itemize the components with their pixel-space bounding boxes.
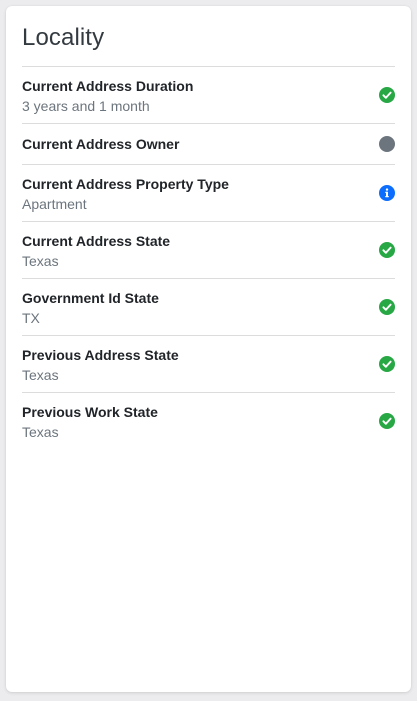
gray-dot-icon xyxy=(379,136,395,152)
item-value: TX xyxy=(22,310,40,326)
check-circle-icon xyxy=(379,356,395,372)
list-item-current-address-owner: Current Address Owner xyxy=(22,123,395,164)
item-value: Texas xyxy=(22,253,59,269)
list-item-current-address-duration: Current Address Duration 3 years and 1 m… xyxy=(22,66,395,123)
check-circle-icon xyxy=(379,299,395,315)
item-label: Current Address State xyxy=(22,233,171,249)
item-label: Government Id State xyxy=(22,290,159,306)
info-circle-icon xyxy=(379,185,395,201)
item-value: Texas xyxy=(22,367,59,383)
item-label: Current Address Duration xyxy=(22,78,194,94)
item-value: Texas xyxy=(22,424,59,440)
list-item-previous-address-state: Previous Address State Texas xyxy=(22,335,395,392)
check-circle-icon xyxy=(379,413,395,429)
list-item-previous-work-state: Previous Work State Texas xyxy=(22,392,395,449)
check-circle-icon xyxy=(379,87,395,103)
card-title: Locality xyxy=(22,24,105,51)
item-label: Previous Address State xyxy=(22,347,179,363)
item-label: Current Address Property Type xyxy=(22,176,229,192)
locality-list: Current Address Duration 3 years and 1 m… xyxy=(22,66,395,449)
list-item-current-address-state: Current Address State Texas xyxy=(22,221,395,278)
list-item-government-id-state: Government Id State TX xyxy=(22,278,395,335)
item-label: Current Address Owner xyxy=(22,136,180,152)
item-label: Previous Work State xyxy=(22,404,158,420)
item-value: Apartment xyxy=(22,196,87,212)
list-item-current-address-property-type: Current Address Property Type Apartment xyxy=(22,164,395,221)
check-circle-icon xyxy=(379,242,395,258)
item-value: 3 years and 1 month xyxy=(22,98,150,114)
locality-card: Locality Current Address Duration 3 year… xyxy=(6,6,411,692)
